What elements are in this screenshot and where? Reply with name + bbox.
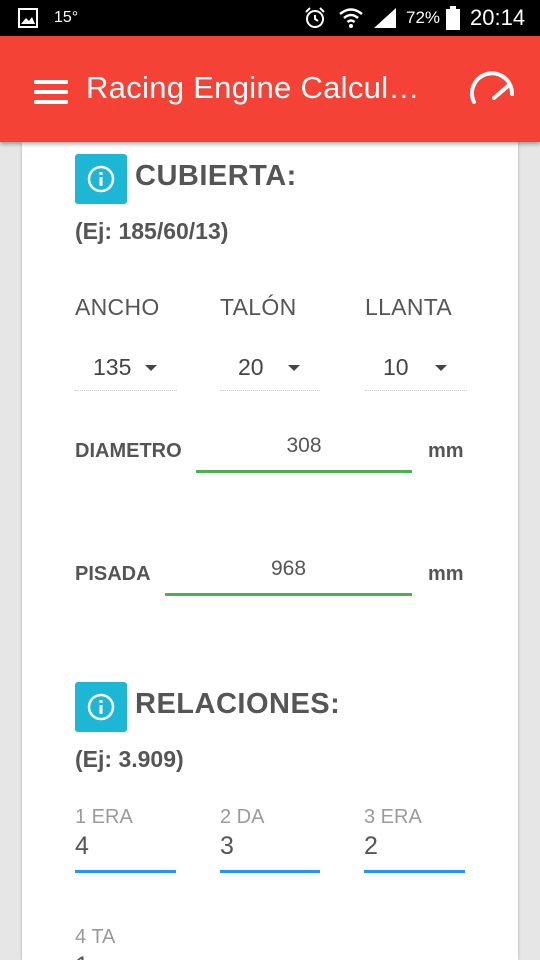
gear-4-value: 1 (75, 952, 89, 960)
calculator-card: CUBIERTA: (Ej: 185/60/13) ANCHO TALÓN LL… (22, 142, 518, 960)
ratios-example: (Ej: 3.909) (75, 746, 184, 772)
tire-section-title: CUBIERTA: (135, 160, 297, 192)
rim-spinner[interactable]: 10 (365, 340, 467, 391)
chevron-down-icon (288, 365, 300, 371)
width-spinner[interactable]: 135 (75, 340, 177, 391)
info-icon (87, 693, 115, 721)
gear-1-underline (75, 870, 176, 873)
battery-level: 72% (406, 8, 441, 27)
menu-icon[interactable] (34, 80, 68, 106)
gauge-icon[interactable] (466, 70, 518, 110)
gear-2-underline (220, 870, 320, 873)
gear-3-value: 2 (364, 832, 378, 860)
diameter-value: 308 (286, 434, 322, 457)
clock: 20:14 (470, 5, 526, 30)
temperature: 15° (54, 9, 79, 26)
tire-example: (Ej: 185/60/13) (75, 218, 229, 244)
signal-icon (374, 8, 396, 28)
gear-1-value: 4 (75, 832, 89, 860)
rim-value: 10 (383, 354, 409, 380)
ratios-section-title: RELACIONES: (135, 688, 341, 720)
tread-value: 968 (270, 557, 307, 580)
gear-4-field[interactable]: 4 TA 1 (75, 926, 176, 960)
diameter-label: DIAMETRO (75, 440, 182, 462)
chevron-down-icon (435, 365, 447, 371)
wifi-icon (339, 8, 363, 28)
gear-3-field[interactable]: 3 ERA 2 (364, 806, 465, 876)
sidewall-label: TALÓN (220, 294, 297, 320)
status-bar: 15° 72% 20:14 (0, 0, 540, 36)
rim-label: LLANTA (365, 294, 453, 320)
gear-3-underline (364, 870, 465, 873)
width-label: ANCHO (75, 294, 160, 320)
gear-2-value: 3 (220, 832, 234, 860)
image-icon (18, 8, 38, 28)
gear-3-label: 3 ERA (364, 806, 422, 828)
info-icon (87, 165, 115, 193)
gear-1-label: 1 ERA (75, 806, 133, 828)
tire-info-button[interactable] (75, 154, 127, 204)
sidewall-spinner[interactable]: 20 (220, 340, 320, 391)
gear-4-label: 4 TA (75, 926, 116, 948)
diameter-field[interactable]: 308 (196, 434, 412, 473)
alarm-icon (305, 7, 325, 28)
tread-unit: mm (428, 563, 464, 585)
gear-1-field[interactable]: 1 ERA 4 (75, 806, 176, 876)
ratios-info-button[interactable] (75, 682, 127, 732)
chevron-down-icon (145, 365, 157, 371)
gear-2-label: 2 DA (220, 806, 265, 828)
tread-label: PISADA (75, 563, 151, 585)
width-value: 135 (93, 354, 132, 380)
sidewall-value: 20 (238, 354, 264, 380)
app-title: Racing Engine Calcul… (86, 70, 420, 105)
tread-field[interactable]: 968 (165, 557, 412, 596)
gear-2-field[interactable]: 2 DA 3 (220, 806, 320, 876)
battery-icon (446, 6, 460, 30)
diameter-unit: mm (428, 440, 464, 462)
